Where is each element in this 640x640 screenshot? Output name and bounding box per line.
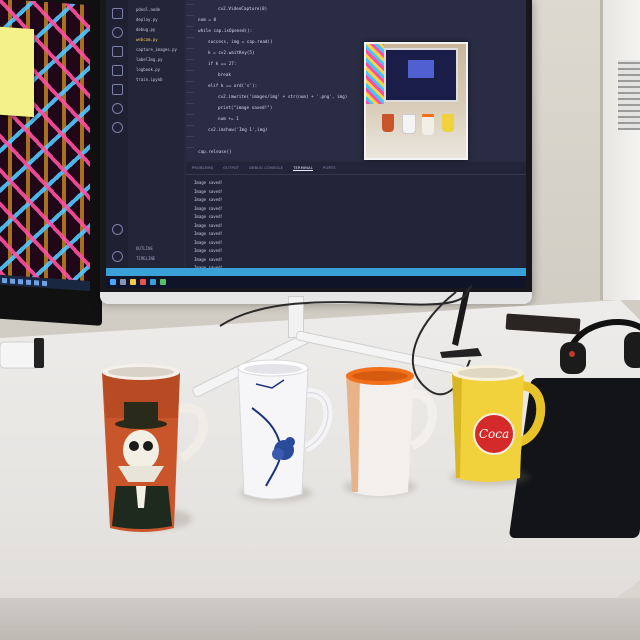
source-control-icon[interactable] [111, 46, 123, 57]
code-line: num += 1 [218, 117, 239, 122]
code-line: while cap.isOpened(): [198, 29, 253, 34]
sticky-note-window [0, 26, 34, 118]
webcam-mug [382, 114, 394, 132]
vscode-icon[interactable] [150, 279, 156, 285]
search-icon[interactable] [111, 27, 123, 38]
ide-explorer: pdool.node deploy.py debug.py webcam.py … [128, 0, 184, 268]
code-line: if k == 27: [208, 62, 237, 67]
code-line: cv2.imshow('Img 1',img) [208, 128, 268, 133]
headphones [560, 319, 640, 374]
run-debug-icon[interactable] [111, 65, 123, 76]
extensions-icon[interactable] [111, 84, 123, 95]
explorer-file[interactable]: train.ipynb [136, 75, 184, 84]
testing-icon[interactable] [111, 122, 123, 133]
webcam-mug [442, 114, 454, 132]
webcam-monitor [384, 48, 458, 102]
explorer-file[interactable]: labelImg.py [136, 55, 184, 64]
terminal-line: Image saved! [194, 248, 223, 253]
webcam-preview-window[interactable] [364, 42, 468, 160]
desk-edge [0, 598, 640, 640]
explorer-file[interactable]: debug.py [136, 25, 184, 34]
window-blind [618, 60, 640, 130]
desk-photo: pdool.node deploy.py debug.py webcam.py … [0, 0, 640, 640]
explorer-file[interactable]: logbook.py [136, 65, 184, 74]
start-icon[interactable] [110, 279, 116, 285]
code-line: print("image saved!") [218, 106, 273, 111]
explorer-footer: OUTLINE TIMELINE [134, 243, 182, 264]
terminal-line: Image saved! [194, 256, 223, 262]
tab-debug-console[interactable]: DEBUG CONSOLE [249, 166, 283, 170]
search-icon[interactable] [120, 279, 126, 285]
phone-stand [440, 288, 482, 358]
code-line: cv2.imwrite('images/img' + str(num) + '.… [218, 95, 348, 100]
tab-ports[interactable]: PORTS [323, 166, 336, 170]
terminal-line: Image saved! [194, 197, 223, 202]
cable-clip [0, 338, 44, 369]
code-line: num = 0 [198, 18, 217, 23]
webcam-mug [422, 114, 434, 135]
webcam-left-monitor [366, 44, 384, 104]
browser-icon[interactable] [140, 279, 146, 285]
skull-mug [102, 364, 209, 532]
left-monitor [0, 0, 102, 326]
line-number-gutter [186, 4, 194, 154]
ide-activity-bar [106, 0, 128, 268]
tab-output[interactable]: OUTPUT [223, 166, 239, 170]
code-line: elif k == ord('s'): [208, 84, 258, 89]
code-line: k = cv2.waitKey(5) [208, 51, 255, 56]
yellow-mug: Coca [452, 365, 546, 482]
remote-icon[interactable] [111, 103, 123, 114]
gear-icon[interactable] [111, 251, 123, 262]
files-icon[interactable] [111, 8, 123, 19]
code-line: cap.release() [198, 150, 232, 155]
explorer-file[interactable]: capture_images.py [136, 45, 184, 54]
code-line: cv2.VideoCapture(0) [218, 7, 268, 12]
explorer-file[interactable]: pdool.node [136, 5, 184, 14]
code-block: cv2.VideoCapture(0) num = 0 while cap.isOp… [198, 4, 347, 158]
ide-bottom-panel: PROBLEMS OUTPUT DEBUG CONSOLE TERMINAL P… [186, 162, 526, 270]
ide-editor[interactable]: cv2.VideoCapture(0) num = 0 while cap.isOp… [186, 0, 526, 160]
account-icon[interactable] [111, 224, 123, 235]
webcam-frame [366, 44, 466, 158]
terminal-line: Image saved! [194, 188, 223, 194]
window-frame [600, 0, 640, 300]
code-line: break [218, 73, 231, 78]
terminal-output[interactable]: Image saved! Image saved! Image saved! Imag… [186, 175, 526, 277]
panel-tabs: PROBLEMS OUTPUT DEBUG CONSOLE TERMINAL P… [186, 162, 526, 175]
mug-badge-text: Coca [479, 427, 509, 441]
explorer-file-active[interactable]: webcam.py [136, 35, 184, 44]
terminal-line: Image saved! [194, 239, 223, 245]
code-line: success, img = cap.read() [208, 40, 273, 45]
tab-problems[interactable]: PROBLEMS [192, 166, 213, 170]
outline-section[interactable]: OUTLINE [136, 244, 182, 253]
terminal-line: Image saved! [194, 205, 223, 211]
webcam-mug [402, 114, 416, 134]
folder-icon[interactable] [130, 279, 136, 285]
explorer-file[interactable]: deploy.py [136, 15, 184, 24]
app-icon[interactable] [160, 279, 166, 285]
timeline-section[interactable]: TIMELINE [136, 254, 182, 263]
terminal-line: Image saved! [194, 231, 223, 236]
floral-mug [237, 359, 333, 500]
terminal-line: Image saved! [194, 222, 223, 228]
ide-status-bar [106, 268, 526, 276]
tab-terminal[interactable]: TERMINAL [293, 166, 314, 171]
terminal-line: Image saved! [194, 214, 223, 219]
terminal-line: Image saved! [194, 180, 223, 185]
main-monitor-screen: pdool.node deploy.py debug.py webcam.py … [106, 0, 526, 288]
orange-rim-mug [346, 367, 437, 496]
